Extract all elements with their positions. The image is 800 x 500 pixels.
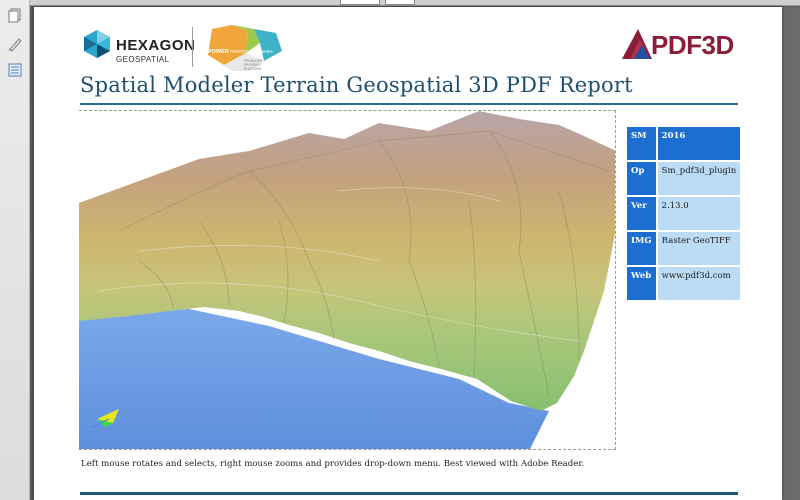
- page-number-field[interactable]: [340, 0, 380, 5]
- footer-divider: [80, 492, 738, 495]
- table-row: Web www.pdf3d.com: [627, 267, 741, 300]
- meta-value[interactable]: www.pdf3d.com: [657, 267, 741, 300]
- page-title: Spatial Modeler Terrain Geospatial 3D PD…: [80, 73, 633, 97]
- pdf-page: HEXAGON GEOSPATIAL POWER PORTFOLIO Serie…: [34, 7, 782, 500]
- svg-text:POWER: POWER: [208, 49, 229, 55]
- layers-icon[interactable]: [7, 62, 23, 78]
- table-row: Ver 2.13.0: [627, 197, 741, 230]
- title-divider: [80, 103, 738, 105]
- meta-value: Raster GeoTIFF: [657, 232, 741, 265]
- hexagon-subtitle: GEOSPATIAL: [116, 55, 170, 64]
- table-row: Op Sm_pdf3d_plugin: [627, 162, 741, 195]
- meta-key: Ver: [627, 197, 656, 230]
- toolbar-strip: [30, 0, 800, 6]
- meta-key: Web: [627, 267, 656, 300]
- svg-text:PLATFORM: PLATFORM: [244, 67, 261, 71]
- table-row: IMG Raster GeoTIFF: [627, 232, 741, 265]
- meta-value: Sm_pdf3d_plugin: [657, 162, 741, 195]
- logo-divider: [192, 27, 193, 67]
- hexagon-logo-icon: [82, 29, 112, 63]
- meta-key: Op: [627, 162, 656, 195]
- svg-text:PORTFOLIO: PORTFOLIO: [230, 49, 256, 54]
- viewer-caption: Left mouse rotates and selects, right mo…: [81, 459, 585, 469]
- power-portfolio-logo: POWER PORTFOLIO Series PRODUCER PROVIDER…: [202, 25, 284, 75]
- pdf3d-wordmark: PDF3D: [651, 30, 734, 60]
- svg-text:Series: Series: [260, 49, 274, 54]
- table-row: SM 2016: [627, 127, 741, 160]
- zoom-field[interactable]: [385, 0, 415, 5]
- navigation-sidebar: [0, 0, 30, 500]
- meta-value: 2016: [657, 127, 741, 160]
- pdf3d-logo-icon: [620, 27, 654, 65]
- meta-key: SM: [627, 127, 656, 160]
- 3d-terrain-viewer[interactable]: [79, 110, 616, 450]
- hexagon-wordmark: HEXAGON: [116, 37, 196, 54]
- signature-icon[interactable]: [7, 36, 23, 52]
- pages-icon[interactable]: [7, 8, 23, 24]
- meta-value: 2.13.0: [657, 197, 741, 230]
- metadata-table: SM 2016 Op Sm_pdf3d_plugin Ver 2.13.0 IM…: [625, 125, 742, 302]
- meta-key: IMG: [627, 232, 656, 265]
- terrain-model[interactable]: [79, 111, 616, 450]
- scroll-gutter[interactable]: [782, 7, 800, 500]
